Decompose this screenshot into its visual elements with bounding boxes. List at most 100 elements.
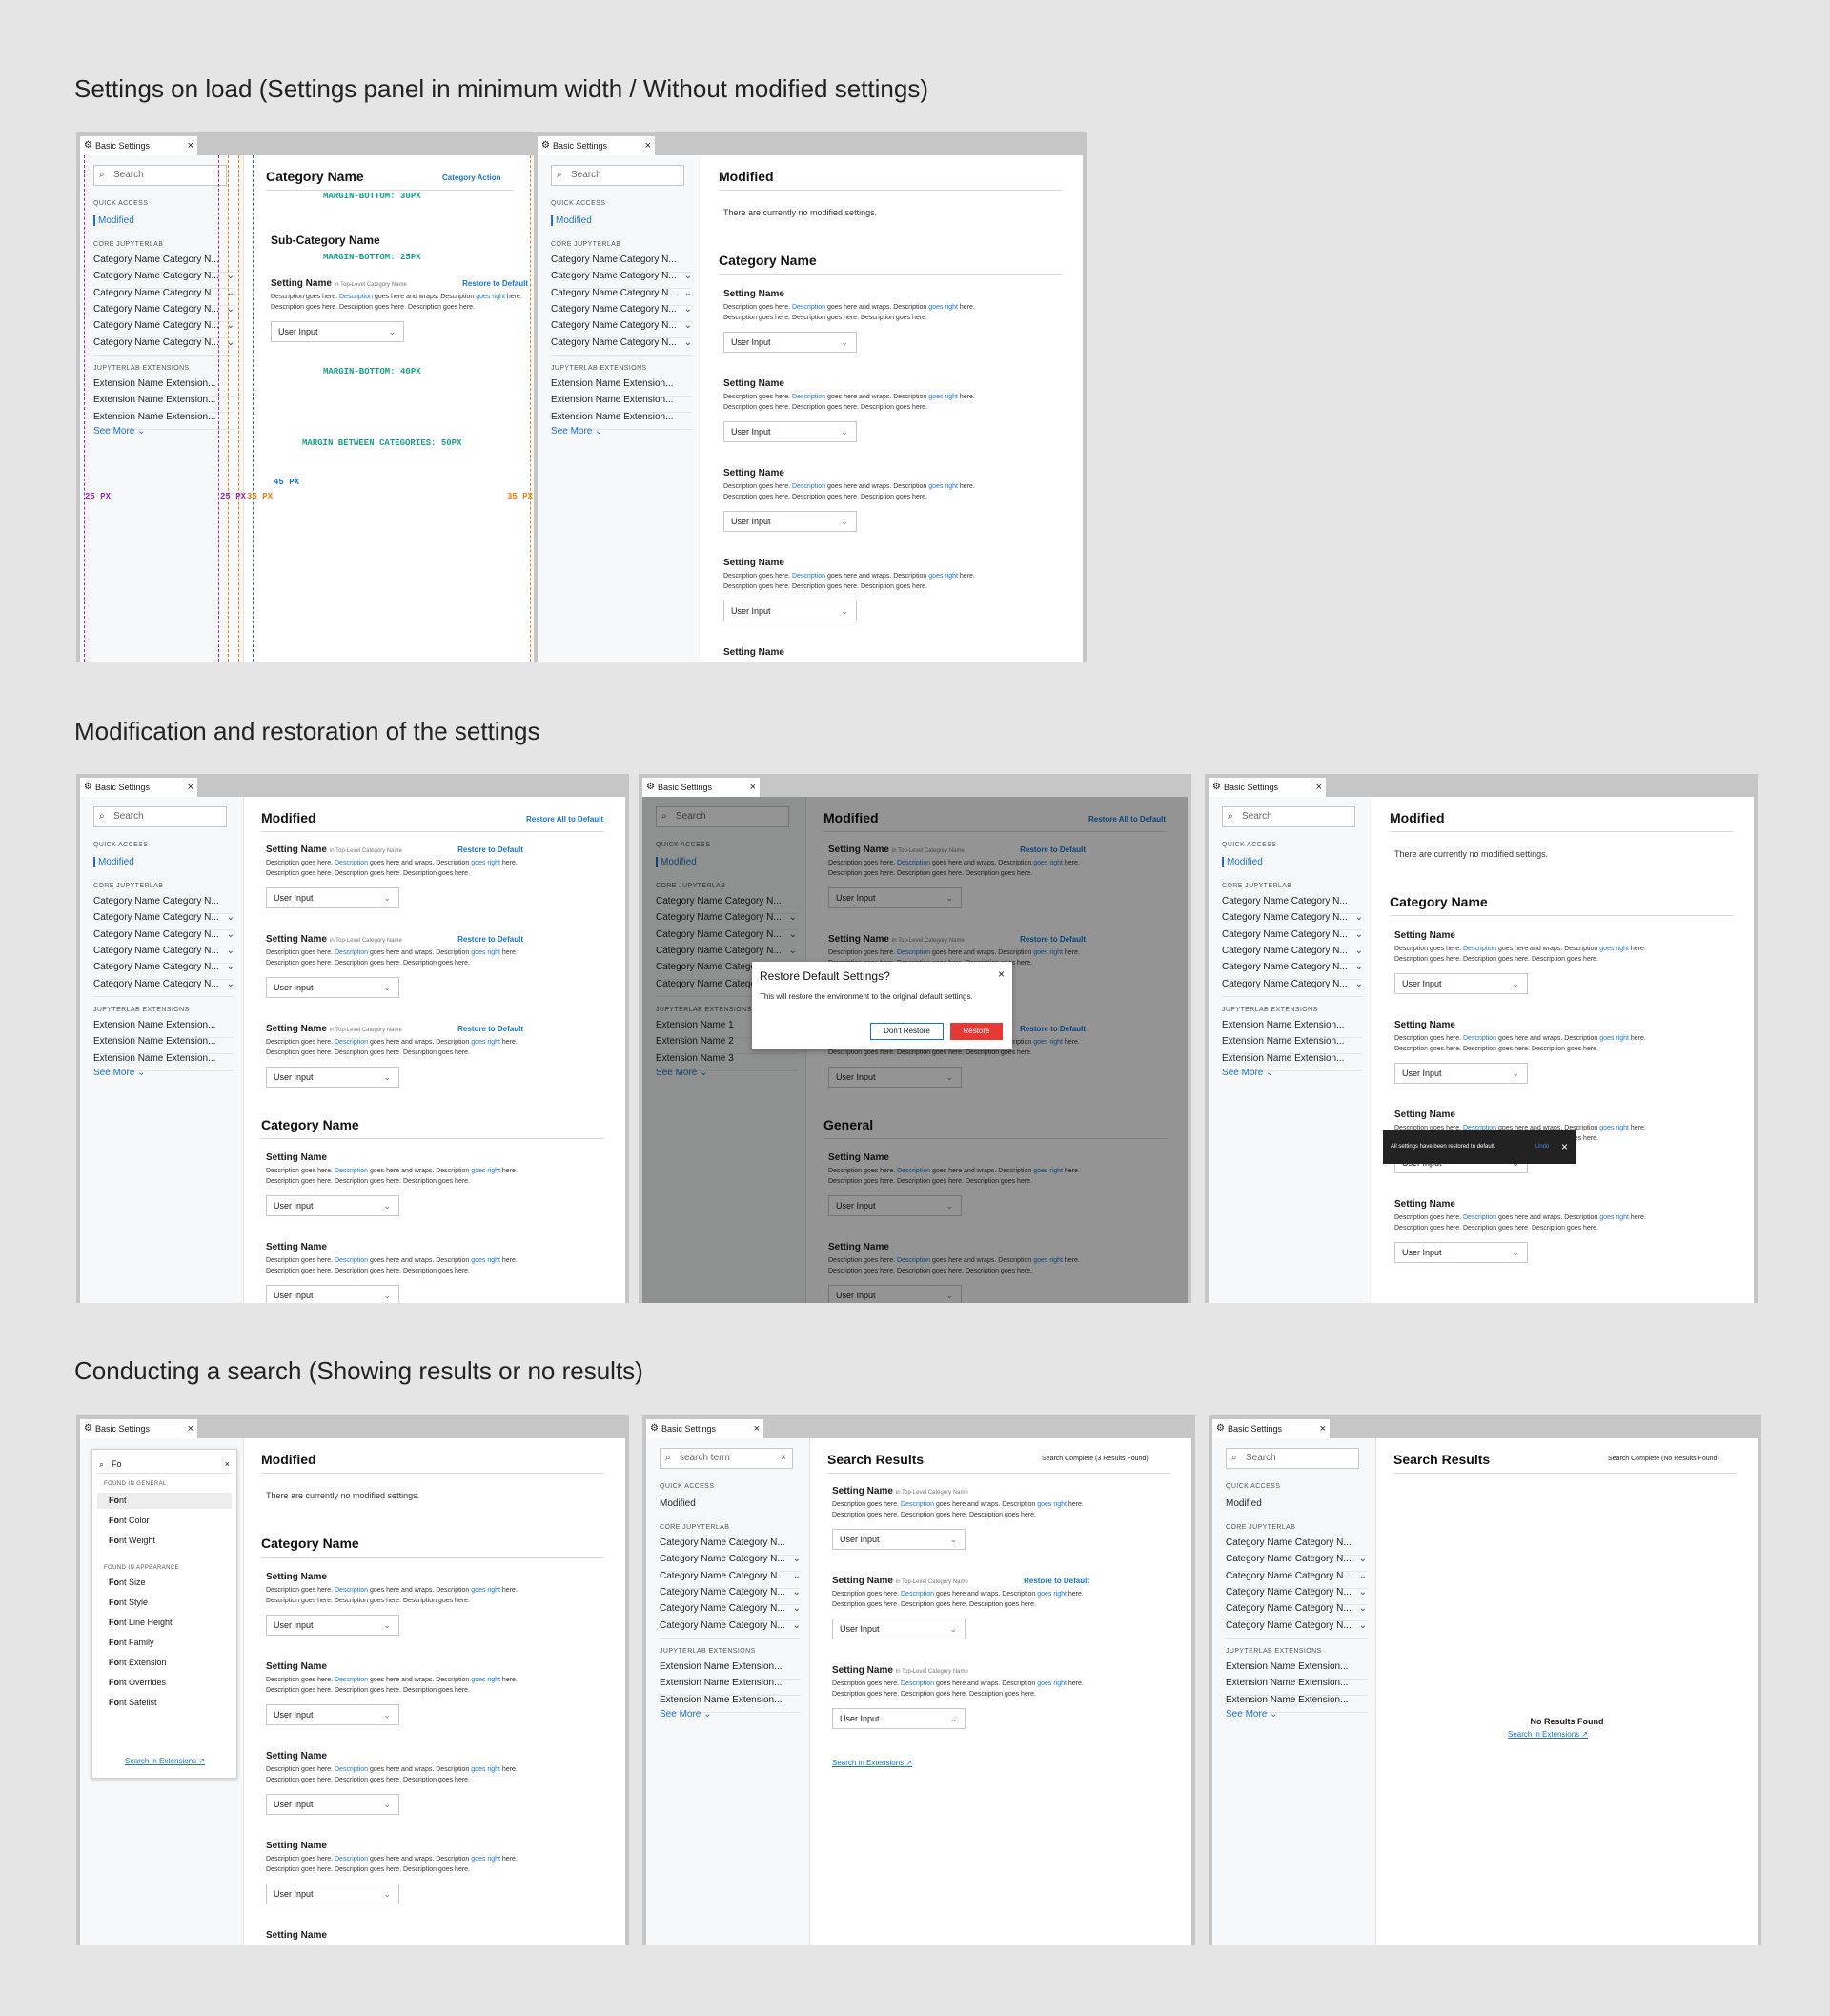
see-more-link[interactable]: See More ⌄	[1222, 1068, 1274, 1078]
sidebar-item-modified[interactable]: Modified	[1226, 1498, 1262, 1509]
restore-all-link[interactable]: Restore All to Default	[526, 815, 603, 824]
search-input[interactable]: ⌕ Search	[551, 165, 684, 186]
desc-link[interactable]: Description	[335, 860, 368, 866]
suggestion-item[interactable]: Font Style	[97, 1595, 232, 1611]
user-input-select[interactable]: User Input ⌄	[266, 1704, 399, 1725]
sidebar-item-category[interactable]: Category Name Category N...⌄	[551, 334, 692, 356]
user-input-select[interactable]: User Input ⌄	[832, 1619, 966, 1639]
desc-link[interactable]: Description	[335, 1587, 368, 1594]
desc-link[interactable]: Description	[335, 1257, 368, 1264]
desc-link[interactable]: Description	[792, 304, 825, 311]
sidebar-item-category[interactable]: Category Name Category N...⌄	[1226, 1617, 1367, 1639]
desc-link[interactable]: goes right	[471, 1856, 500, 1863]
settings-tab[interactable]: ⚙ Basic Settings ×	[80, 1419, 197, 1438]
desc-link[interactable]: goes right	[471, 1168, 500, 1174]
see-more-link[interactable]: See More ⌄	[660, 1709, 712, 1720]
user-input-select[interactable]: User Input ⌄	[266, 1615, 399, 1636]
close-icon[interactable]: ×	[188, 136, 193, 155]
user-input-select[interactable]: User Input ⌄	[832, 1529, 966, 1550]
user-input-select[interactable]: User Input ⌄	[1394, 973, 1528, 994]
category-action-link[interactable]: Category Action	[442, 173, 501, 182]
sidebar-item-modified[interactable]: Modified	[551, 215, 592, 226]
suggestion-item[interactable]: Font	[97, 1493, 232, 1509]
suggestion-item[interactable]: Font Extension	[97, 1655, 232, 1671]
user-input-select[interactable]: User Input ⌄	[266, 1195, 399, 1216]
search-in-extensions-link[interactable]: Search in Extensions ↗	[1508, 1730, 1588, 1739]
close-icon[interactable]: ×	[1561, 1130, 1568, 1164]
sidebar-item-category[interactable]: Category Name Category N...⌄	[93, 975, 234, 997]
see-more-link[interactable]: See More ⌄	[93, 426, 146, 437]
user-input-select[interactable]: User Input ⌄	[723, 601, 857, 621]
desc-link[interactable]: goes right	[928, 304, 958, 311]
suggestion-item[interactable]: Font Color	[97, 1513, 232, 1529]
suggestion-item[interactable]: Font Size	[97, 1575, 232, 1591]
desc-link[interactable]: Description	[335, 1677, 368, 1683]
close-icon[interactable]: ×	[188, 1419, 193, 1438]
modal-overlay[interactable]	[642, 797, 1188, 1303]
desc-link[interactable]: Description	[901, 1680, 934, 1687]
close-icon[interactable]: ×	[645, 136, 651, 155]
chevron-down-icon[interactable]: ⌄	[1359, 1617, 1367, 1636]
close-icon[interactable]: ×	[750, 778, 756, 797]
search-input[interactable]: ⌕ Fo ×	[97, 1455, 232, 1474]
user-input-select[interactable]: User Input ⌄	[266, 1285, 399, 1303]
settings-tab[interactable]: ⚙ Basic Settings ×	[646, 1419, 763, 1438]
desc-link[interactable]: goes right	[1599, 1125, 1629, 1131]
chevron-down-icon[interactable]: ⌄	[1355, 975, 1363, 994]
sidebar-item-modified[interactable]: Modified	[1222, 857, 1263, 867]
desc-link[interactable]: Description	[339, 294, 373, 300]
desc-link[interactable]: goes right	[1599, 1035, 1629, 1042]
sidebar-item-modified[interactable]: Modified	[660, 1498, 696, 1509]
restore-default-link[interactable]: Restore to Default	[458, 845, 523, 854]
desc-link[interactable]: goes right	[471, 1677, 500, 1683]
user-input-select[interactable]: User Input ⌄	[723, 332, 857, 353]
clear-icon[interactable]: ×	[225, 1455, 230, 1474]
restore-button[interactable]: Restore	[950, 1023, 1003, 1040]
desc-link[interactable]: goes right	[1037, 1501, 1067, 1508]
desc-link[interactable]: Description	[792, 573, 825, 580]
desc-link[interactable]: Description	[335, 1856, 368, 1863]
desc-link[interactable]: goes right	[1599, 946, 1629, 952]
dont-restore-button[interactable]: Don't Restore	[870, 1023, 944, 1040]
desc-link[interactable]: Description	[1463, 1214, 1496, 1221]
desc-link[interactable]: goes right	[471, 1257, 500, 1264]
desc-link[interactable]: Description	[1463, 1035, 1496, 1042]
desc-link[interactable]: goes right	[928, 573, 958, 580]
suggestion-item[interactable]: Font Safelist	[97, 1695, 232, 1711]
sidebar-item-category[interactable]: Category Name Category N...⌄	[93, 334, 234, 356]
desc-link[interactable]: Description	[335, 1039, 368, 1046]
search-in-extensions-link[interactable]: Search in Extensions ↗	[832, 1759, 912, 1767]
desc-link[interactable]: goes right	[471, 860, 500, 866]
search-input[interactable]: ⌕ Search	[93, 165, 227, 186]
settings-tab[interactable]: ⚙ Basic Settings ×	[1212, 1419, 1330, 1438]
see-more-link[interactable]: See More ⌄	[93, 1068, 146, 1078]
user-input-select[interactable]: User Input ⌄	[266, 1884, 399, 1904]
restore-default-link[interactable]: Restore to Default	[458, 1025, 523, 1033]
desc-link[interactable]: Description	[901, 1501, 934, 1508]
desc-link[interactable]: Description	[901, 1591, 934, 1598]
undo-button[interactable]: Undo	[1535, 1130, 1549, 1164]
desc-link[interactable]: goes right	[476, 294, 505, 300]
see-more-link[interactable]: See More ⌄	[1226, 1709, 1278, 1720]
user-input-select[interactable]: User Input ⌄	[723, 511, 857, 532]
chevron-down-icon[interactable]: ⌄	[227, 975, 234, 994]
desc-link[interactable]: goes right	[928, 394, 958, 400]
desc-link[interactable]: goes right	[1037, 1680, 1067, 1687]
desc-link[interactable]: goes right	[471, 949, 500, 956]
desc-link[interactable]: goes right	[471, 1587, 500, 1594]
user-input-select[interactable]: User Input ⌄	[266, 887, 399, 908]
user-input-select[interactable]: User Input ⌄	[723, 421, 857, 442]
user-input-select[interactable]: User Input ⌄	[1394, 1063, 1528, 1084]
sidebar-item-modified[interactable]: Modified	[93, 857, 134, 867]
user-input-select[interactable]: User Input ⌄	[271, 321, 404, 342]
chevron-down-icon[interactable]: ⌄	[793, 1617, 801, 1636]
chevron-down-icon[interactable]: ⌄	[684, 334, 692, 353]
restore-default-link[interactable]: Restore to Default	[1024, 1577, 1089, 1585]
sidebar-item-category[interactable]: Category Name Category N...⌄	[660, 1617, 801, 1639]
suggestion-item[interactable]: Font Weight	[97, 1533, 232, 1549]
user-input-select[interactable]: User Input ⌄	[1394, 1242, 1528, 1263]
desc-link[interactable]: goes right	[928, 483, 958, 490]
sidebar-item-category[interactable]: Category Name Category N...⌄	[1222, 975, 1363, 997]
desc-link[interactable]: Description	[792, 483, 825, 490]
desc-link[interactable]: Description	[792, 394, 825, 400]
